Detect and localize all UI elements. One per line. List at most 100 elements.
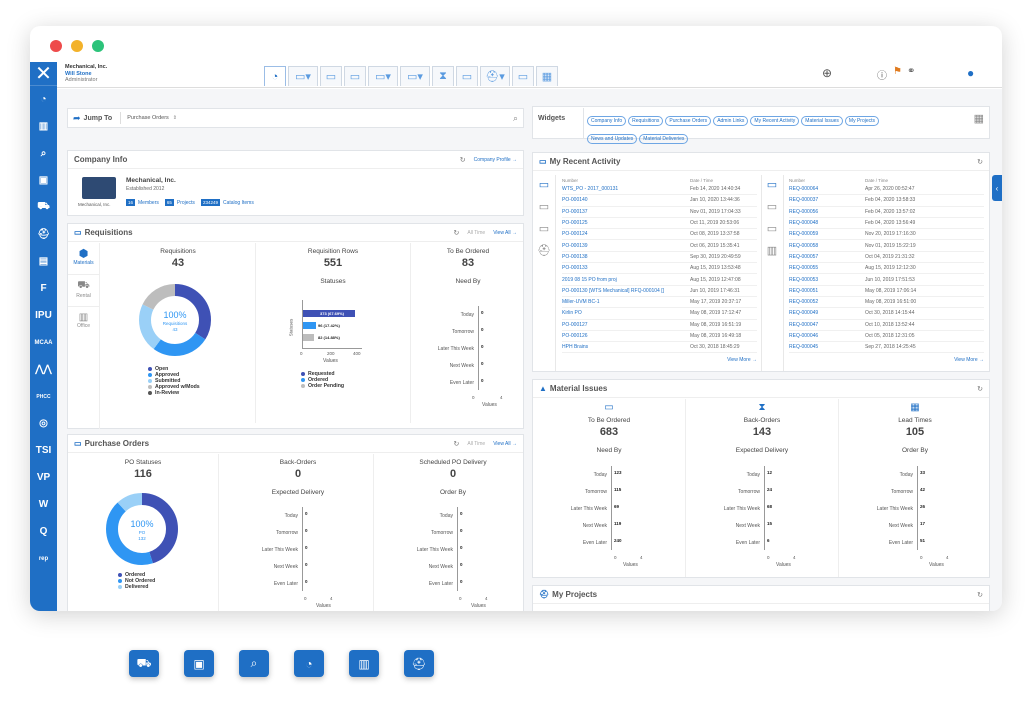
- sidebar-item-dashboard[interactable]: ◔: [30, 86, 57, 113]
- item-number[interactable]: REQ-000059: [789, 231, 865, 237]
- forklift-icon[interactable]: ⛟: [129, 650, 159, 677]
- link-icon[interactable]: ⚭: [907, 66, 915, 77]
- item-number[interactable]: PO-000126: [562, 333, 690, 339]
- hardhat-icon[interactable]: ⛑: [404, 650, 434, 677]
- list-item[interactable]: REQ-000053 Jun 10, 2019 17:51:53: [789, 274, 984, 286]
- widget-pill[interactable]: Requisitions: [628, 116, 664, 126]
- project-filter-icon[interactable]: ⛑: [537, 244, 551, 258]
- item-number[interactable]: REQ-000056: [789, 209, 865, 215]
- item-number[interactable]: REQ-000057: [789, 254, 865, 260]
- sidebar-item-rep[interactable]: rep: [30, 545, 57, 572]
- list-item[interactable]: PO-000124 Oct 08, 2019 13:37:58: [562, 229, 757, 241]
- list-item[interactable]: REQ-000051 May 08, 2019 17:06:14: [789, 286, 984, 297]
- item-number[interactable]: WTS_PO - 2017_000131: [562, 186, 690, 192]
- item-number[interactable]: PO-000130 [WTS Mechanical] RFQ-000104 []: [562, 288, 690, 294]
- tab-reports[interactable]: ▭: [512, 66, 534, 86]
- refresh-icon[interactable]: ↻: [977, 158, 983, 166]
- view-more-link[interactable]: View More →: [789, 357, 984, 363]
- item-number[interactable]: PO-000139: [562, 243, 690, 249]
- item-number[interactable]: PO-000127: [562, 322, 690, 328]
- list-item[interactable]: REQ-000047 Oct 10, 2018 13:52:44: [789, 320, 984, 331]
- list-item[interactable]: REQ-000064 Apr 26, 2020 00:52:47: [789, 184, 984, 196]
- sidebar-item-brand-f[interactable]: F: [30, 275, 57, 302]
- sidebar-item-vp[interactable]: VP: [30, 464, 57, 491]
- list-item[interactable]: PO-000140 Jan 10, 2020 13:44:36: [562, 195, 757, 207]
- item-number[interactable]: Kirlin PO: [562, 310, 690, 316]
- item-number[interactable]: REQ-000064: [789, 186, 865, 192]
- jump-to-select[interactable]: Purchase Orders: [127, 115, 169, 121]
- list-item[interactable]: REQ-000052 May 08, 2019 16:51:00: [789, 297, 984, 309]
- list-item[interactable]: PO-000127 May 08, 2019 16:51:19: [562, 320, 757, 331]
- select-arrow-icon[interactable]: ⇕: [173, 115, 177, 121]
- list-item[interactable]: REQ-000057 Oct 04, 2019 21:31:32: [789, 252, 984, 264]
- item-number[interactable]: REQ-000048: [789, 220, 865, 226]
- list-item[interactable]: REQ-000058 Nov 01, 2019 15:22:19: [789, 240, 984, 252]
- widget-pill[interactable]: Admin Links: [713, 116, 749, 126]
- item-number[interactable]: REQ-000037: [789, 197, 865, 203]
- list-item[interactable]: REQ-000059 Nov 20, 2019 17:16:30: [789, 229, 984, 241]
- list-item[interactable]: WTS_PO - 2017_000131 Feb 14, 2020 14:40:3…: [562, 184, 757, 196]
- widget-pill[interactable]: Material Deliveries: [639, 134, 689, 144]
- minimize-dot[interactable]: [71, 40, 83, 52]
- company-profile-link[interactable]: Company Profile →: [474, 157, 517, 163]
- item-number[interactable]: REQ-000055: [789, 265, 865, 271]
- widget-pill[interactable]: Material Issues: [801, 116, 843, 126]
- tab-dashboard[interactable]: ◔: [264, 66, 286, 86]
- office-filter-icon[interactable]: ▥: [765, 244, 779, 258]
- sidebar-item-brand-m[interactable]: ⋀⋀: [30, 356, 57, 383]
- tab-rfq[interactable]: ▭: [320, 66, 342, 86]
- search-icon[interactable]: ⌕: [239, 650, 269, 677]
- list-item[interactable]: PO-000125 Oct 11, 2019 20:53:06: [562, 218, 757, 230]
- item-number[interactable]: PO-000125: [562, 220, 690, 226]
- view-more-link[interactable]: View More →: [562, 357, 757, 363]
- list-item[interactable]: REQ-000055 Aug 15, 2019 12:12:30: [789, 263, 984, 275]
- list-item[interactable]: PO-000130 [WTS Mechanical] RFQ-000104 []…: [562, 286, 757, 297]
- item-number[interactable]: REQ-000049: [789, 310, 865, 316]
- list-item[interactable]: Miller-UVM BC-1 May 17, 2019 20:37:17: [562, 297, 757, 309]
- tab-rental[interactable]: ⛟ Rental: [68, 275, 99, 307]
- tab-invoices[interactable]: ▭▾: [400, 66, 430, 86]
- gauge-icon[interactable]: ◔: [294, 650, 324, 677]
- tab-po[interactable]: ▭: [344, 66, 366, 86]
- view-all-link[interactable]: View All →: [493, 230, 517, 236]
- sidebar-item-projects[interactable]: ⛑: [30, 221, 57, 248]
- widget-pill[interactable]: My Projects: [844, 116, 880, 126]
- list-item[interactable]: REQ-000046 Oct 05, 2018 12:31:05: [789, 331, 984, 343]
- tab-office[interactable]: ▥ Office: [68, 307, 99, 339]
- list-item[interactable]: PO-000126 May 08, 2019 16:49:18: [562, 331, 757, 343]
- app-logo-icon[interactable]: ✕: [30, 62, 57, 86]
- sidebar-item-brand-q[interactable]: Q: [30, 518, 57, 545]
- tab-calendar[interactable]: ▦: [536, 66, 558, 86]
- building-icon[interactable]: ▥: [349, 650, 379, 677]
- collapse-chevron-icon[interactable]: ‹: [992, 175, 1002, 201]
- item-number[interactable]: REQ-000047: [789, 322, 865, 328]
- item-number[interactable]: REQ-000058: [789, 243, 865, 249]
- list-item[interactable]: PO-000137 Nov 01, 2019 17:04:33: [562, 207, 757, 218]
- item-number[interactable]: REQ-000045: [789, 344, 865, 350]
- catalog-link[interactable]: Catalog Items: [223, 200, 254, 206]
- invoice-filter-icon[interactable]: ▭: [537, 222, 551, 236]
- widget-pill[interactable]: Purchase Orders: [665, 116, 712, 126]
- widget-pill[interactable]: Company Info: [587, 116, 627, 126]
- view-all-link[interactable]: View All →: [493, 441, 517, 447]
- quote-filter-icon[interactable]: ▭: [765, 200, 779, 214]
- refresh-icon[interactable]: ↻: [977, 385, 983, 393]
- grid-view-icon[interactable]: ▦: [974, 112, 984, 125]
- refresh-icon[interactable]: ↻: [454, 229, 460, 237]
- item-number[interactable]: PO-000137: [562, 209, 690, 215]
- item-number[interactable]: REQ-000053: [789, 277, 865, 283]
- list-item[interactable]: REQ-000049 Oct 30, 2018 14:15:44: [789, 308, 984, 320]
- item-number[interactable]: Miller-UVM BC-1: [562, 299, 690, 305]
- item-number[interactable]: REQ-000051: [789, 288, 865, 294]
- item-number[interactable]: HPH Brains: [562, 344, 690, 350]
- maximize-dot[interactable]: [92, 40, 104, 52]
- members-link[interactable]: Members: [138, 200, 159, 206]
- item-number[interactable]: PO-000138: [562, 254, 690, 260]
- delivery-filter-icon[interactable]: ▭: [765, 222, 779, 236]
- tab-projects[interactable]: ⛑▾: [480, 66, 510, 86]
- item-number[interactable]: PO-000140: [562, 197, 690, 203]
- contacts-icon[interactable]: ▣: [184, 650, 214, 677]
- sidebar-item-catalog[interactable]: ▤: [30, 248, 57, 275]
- sidebar-item-brand-w[interactable]: W: [30, 491, 57, 518]
- sidebar-item-brand-o[interactable]: ◎: [30, 410, 57, 437]
